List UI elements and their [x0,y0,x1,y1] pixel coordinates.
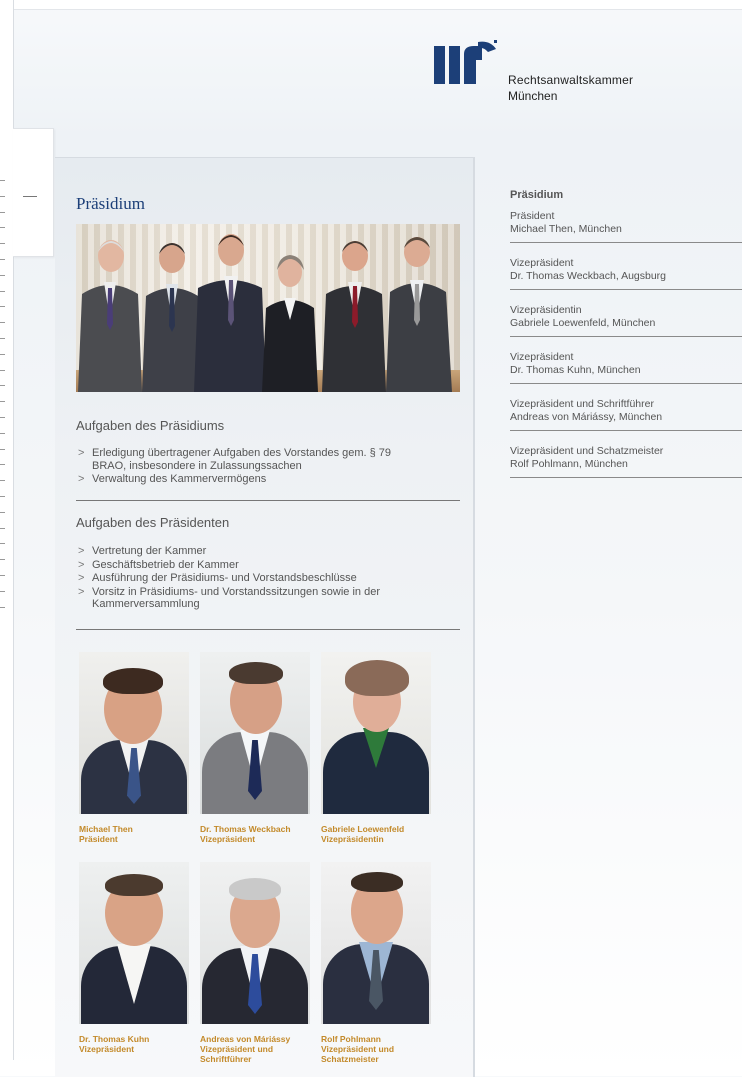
portrait-photo [321,862,431,1024]
portrait-role: Vizepräsident und Schatzmeister [321,1044,395,1064]
sidebar-item[interactable]: Vizepräsident Dr. Thomas Kuhn, München [510,351,742,384]
portrait-photo [79,652,189,814]
sidebar-item-person: Gabriele Loewenfeld, München [510,317,656,329]
person-figure-5 [322,241,386,392]
portrait-role: Präsident [79,834,118,844]
portrait-photo [200,862,310,1024]
logo-text-line2: München [508,89,558,103]
sidebar-item-role: Vizepräsident und Schriftführer [510,398,654,410]
section-heading-praesident: Aufgaben des Präsidenten [76,515,230,530]
sidebar-item-person: Andreas von Máriássy, München [510,411,663,423]
list-item: > Vertretung der Kammer [78,545,207,557]
portrait-name: Gabriele Loewenfeld [321,824,405,834]
sidebar-item-role: Vizepräsident [510,351,574,363]
sidebar-item-role: Präsident [510,210,555,222]
section-heading-praesidium: Aufgaben des Präsidiums [76,418,225,433]
section-divider [76,629,460,630]
rak-logo[interactable]: Rechtsanwaltskammer München [430,40,650,110]
bullet-icon: > [78,585,85,598]
section-divider [76,500,460,501]
portrait-photo [200,652,310,814]
praesident-task-list: > Vertretung der Kammer > Geschäftsbetrieb… [76,545,406,612]
sidebar-item-person: Rolf Pohlmann, München [510,458,628,470]
menu-dash-icon [23,196,37,197]
sidebar-item-role: Vizepräsident und Schatzmeister [510,445,664,457]
person-figure-2 [142,243,200,392]
sidebar-item[interactable]: Vizepräsidentin Gabriele Loewenfeld, Münc… [510,304,742,337]
sidebar-item-person: Michael Then, München [510,223,622,235]
top-border [0,0,742,10]
portrait-role: Vizepräsident [79,1044,135,1054]
bullet-icon: > [78,545,85,557]
sidebar-title: Präsidium [510,189,564,201]
list-item: > Ausführung der Präsidiums- und Vorstand… [78,572,357,584]
praesidium-task-list: > Erledigung übertragener Aufgaben des Vo… [76,447,406,487]
sidebar-item[interactable]: Vizepräsident und Schriftführer Andreas v… [510,398,742,431]
page-title: Präsidium [76,194,145,213]
person-figure-6 [386,237,452,392]
portrait-name: Rolf Pohlmann [321,1034,381,1044]
sidebar-item-role: Vizepräsident [510,257,574,269]
portrait-photo [79,862,189,1024]
sidebar-item-person: Dr. Thomas Kuhn, München [510,364,641,376]
person-figure-3 [194,234,266,392]
person-figure-4 [262,255,318,392]
portrait-name: Dr. Thomas Weckbach [200,824,291,834]
portrait-name: Andreas von Máriássy [200,1034,291,1044]
person-figure-1 [78,240,142,392]
portrait-name: Dr. Thomas Kuhn [79,1034,150,1044]
logo-text-line1: Rechtsanwaltskammer [508,73,634,87]
collapsed-nav-flyout[interactable] [13,128,54,257]
group-photo [76,224,460,392]
portrait-role: Vizepräsident [200,834,256,844]
list-item: > Erledigung übertragener Aufgaben des Vo… [78,447,392,472]
sidebar-praesidium: Präsidium Präsident Michael Then, München… [510,189,742,492]
sidebar-item[interactable]: Vizepräsident und Schatzmeister Rolf Pohl… [510,445,742,478]
list-item: > Verwaltung des Kammervermögens [78,473,267,485]
bullet-icon: > [78,572,85,584]
portrait-role: Vizepräsidentin [321,834,384,844]
list-item: > Vorsitz in Präsidiums- und Vorstandssit… [78,585,380,611]
main-content-panel: Präsidium Aufgaben des Präsidiums > Erle… [55,157,475,1077]
bullet-icon: > [78,447,85,459]
portrait-photo [321,652,431,814]
sidebar-item-person: Dr. Thomas Weckbach, Augsburg [510,270,667,282]
portrait-name: Michael Then [79,824,133,834]
sidebar-item[interactable]: Präsident Michael Then, München [510,210,742,243]
sidebar-item[interactable]: Vizepräsident Dr. Thomas Weckbach, Augsbu… [510,257,742,290]
portrait-role: Vizepräsident und Schriftführer [200,1044,274,1064]
list-item: > Geschäftsbetrieb der Kammer [78,558,239,571]
left-scroll-strip[interactable] [0,0,14,1060]
sidebar-item-role: Vizepräsidentin [510,304,582,316]
rak-logo-mark [434,40,497,84]
bullet-icon: > [78,558,85,571]
bullet-icon: > [78,473,85,485]
left-nav-ticks [0,180,10,622]
group-figures [78,234,452,392]
